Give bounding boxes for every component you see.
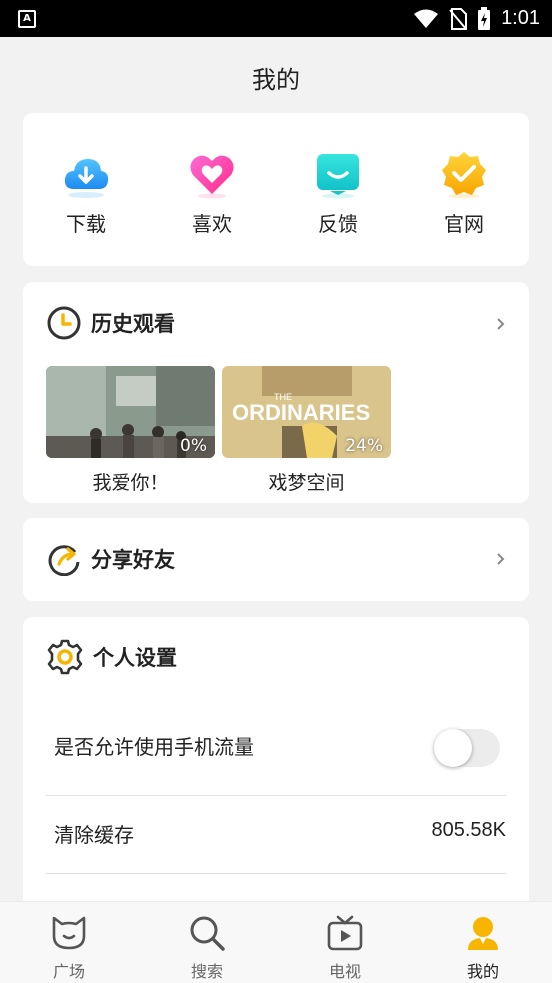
tab-tv[interactable]: 电视 <box>276 902 414 983</box>
battery-charging-icon <box>478 6 491 30</box>
tv-icon <box>327 915 363 951</box>
share-header: 分享好友 <box>47 542 175 576</box>
tab-label: 电视 <box>328 962 361 981</box>
history-header[interactable]: 历史观看 <box>47 306 175 340</box>
no-sim-icon <box>449 7 468 30</box>
settings-header: 个人设置 <box>47 639 177 675</box>
history-item-title[interactable]: 戏梦空间 <box>222 468 391 495</box>
quick-action-label: 喜欢 <box>192 212 232 236</box>
user-icon <box>468 917 498 950</box>
tab-label: 我的 <box>466 962 499 981</box>
share-card[interactable]: 分享好友 <box>23 518 529 601</box>
quick-action-label: 反馈 <box>318 212 358 236</box>
history-card: 历史观看 0% 我爱你！ THE ORDINARIES 24% 戏梦空间 <box>23 282 529 503</box>
quick-action-favorites[interactable]: 喜欢 <box>149 113 275 266</box>
page-title: 我的 <box>252 66 300 94</box>
watch-progress: 24% <box>345 436 383 456</box>
cache-size: 805.58K <box>431 819 506 841</box>
status-time: 1:01 <box>501 7 540 29</box>
quick-action-feedback[interactable]: 反馈 <box>275 113 401 266</box>
bottom-tab-bar: 广场 搜索 电视 我的 <box>0 901 552 983</box>
history-item-thumbnail[interactable]: 0% <box>46 366 215 458</box>
divider <box>46 873 506 874</box>
quick-actions-card: 下载 喜欢 反馈 官网 <box>23 113 529 266</box>
tab-mine[interactable]: 我的 <box>414 902 552 983</box>
cat-face-icon <box>52 916 86 950</box>
setting-label: 是否允许使用手机流量 <box>54 735 254 759</box>
poster-title: ORDINARIES <box>232 400 371 425</box>
download-cloud-icon <box>64 159 109 198</box>
heart-icon <box>190 155 234 199</box>
quick-action-label: 官网 <box>444 212 484 236</box>
status-bar: A 1:01 <box>0 0 552 37</box>
chevron-right-icon[interactable] <box>495 553 507 565</box>
setting-label: 清除缓存 <box>54 823 134 847</box>
tab-label: 广场 <box>52 962 85 981</box>
watch-progress: 0% <box>180 436 207 456</box>
wifi-icon <box>414 9 439 28</box>
history-title: 历史观看 <box>91 312 175 336</box>
tab-square[interactable]: 广场 <box>0 902 138 983</box>
setting-mobile-data: 是否允许使用手机流量 <box>46 707 506 785</box>
status-icons: 1:01 <box>413 0 540 37</box>
feedback-icon <box>317 154 359 199</box>
gear-icon <box>47 639 83 675</box>
tab-search[interactable]: 搜索 <box>138 902 276 983</box>
app-notification-icon: A <box>18 10 36 28</box>
history-item-title[interactable]: 我爱你！ <box>46 468 215 495</box>
quick-action-label: 下载 <box>66 212 106 236</box>
share-icon <box>48 545 80 576</box>
setting-clear-cache[interactable]: 清除缓存 805.58K <box>46 795 506 873</box>
settings-card: 个人设置 是否允许使用手机流量 清除缓存 805.58K <box>23 617 529 917</box>
quick-action-website[interactable]: 官网 <box>401 113 527 266</box>
quick-action-download[interactable]: 下载 <box>23 113 149 266</box>
mobile-data-toggle[interactable] <box>434 729 500 767</box>
toggle-knob <box>434 729 472 767</box>
share-title: 分享好友 <box>91 548 175 572</box>
clock-icon <box>47 306 81 340</box>
tab-label: 搜索 <box>190 962 223 981</box>
history-item-thumbnail[interactable]: THE ORDINARIES 24% <box>222 366 391 458</box>
search-icon <box>190 916 225 951</box>
settings-title: 个人设置 <box>93 646 177 670</box>
chevron-right-icon[interactable] <box>495 318 507 330</box>
verified-badge-icon <box>442 152 486 199</box>
